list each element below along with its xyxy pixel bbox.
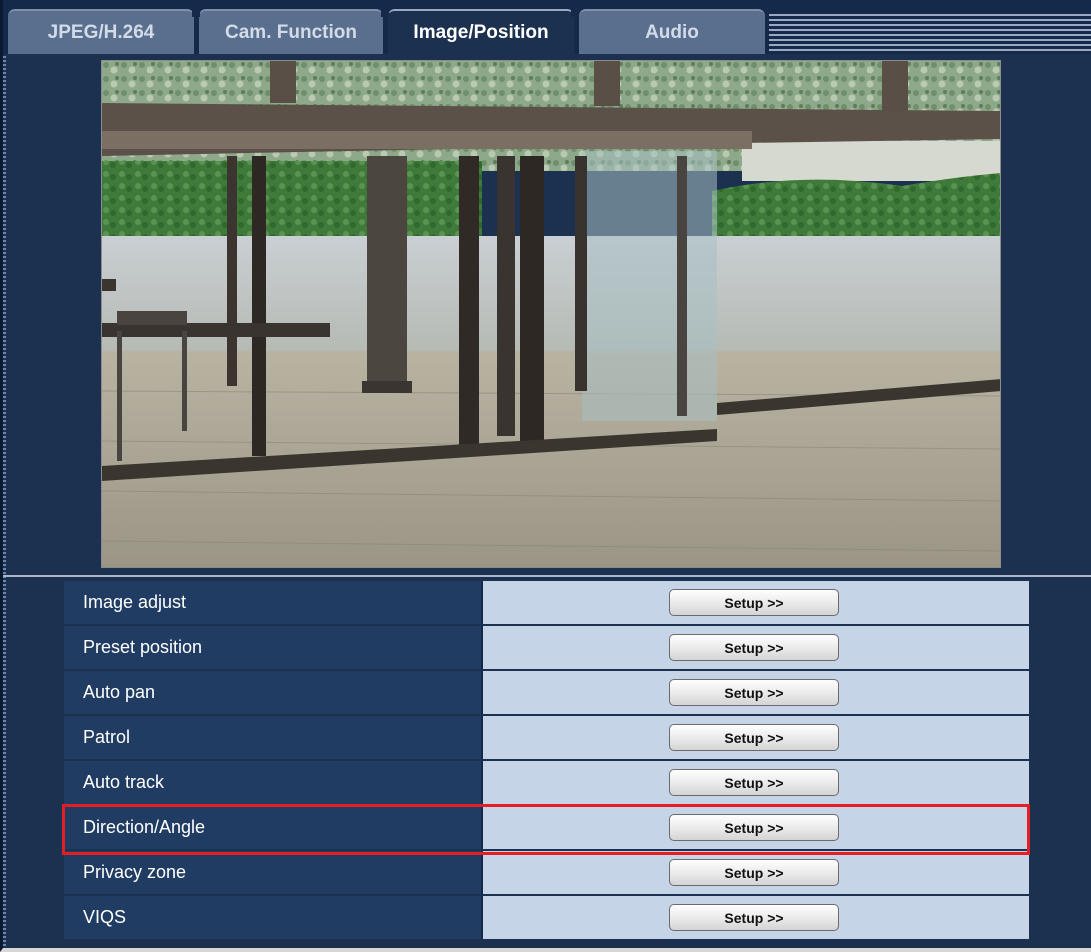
row-label-preset-position: Preset position bbox=[64, 626, 483, 669]
table-row: Direction/Angle Setup >> bbox=[64, 806, 1029, 849]
row-label-viqs: VIQS bbox=[64, 896, 483, 939]
row-label-auto-track: Auto track bbox=[64, 761, 483, 804]
section-divider bbox=[3, 575, 1091, 577]
privacy-zone-setup-button[interactable]: Setup >> bbox=[669, 859, 839, 886]
tab-separator bbox=[192, 9, 200, 17]
tab-separator bbox=[571, 9, 579, 17]
row-label-privacy-zone: Privacy zone bbox=[64, 851, 483, 894]
tab-audio[interactable]: Audio bbox=[579, 9, 765, 54]
row-action-cell: Setup >> bbox=[483, 761, 1029, 804]
row-action-cell: Setup >> bbox=[483, 626, 1029, 669]
table-row: Patrol Setup >> bbox=[64, 716, 1029, 759]
row-action-cell: Setup >> bbox=[483, 671, 1029, 714]
tab-separator bbox=[381, 9, 389, 17]
camera-image bbox=[102, 61, 1000, 567]
table-row: Privacy zone Setup >> bbox=[64, 851, 1029, 894]
patrol-setup-button[interactable]: Setup >> bbox=[669, 724, 839, 751]
tab-cam-function[interactable]: Cam. Function bbox=[199, 9, 383, 54]
tab-image-position[interactable]: Image/Position bbox=[388, 9, 574, 54]
tab-jpeg-h264[interactable]: JPEG/H.264 bbox=[8, 9, 194, 54]
preset-position-setup-button[interactable]: Setup >> bbox=[669, 634, 839, 661]
row-action-cell: Setup >> bbox=[483, 851, 1029, 894]
auto-pan-setup-button[interactable]: Setup >> bbox=[669, 679, 839, 706]
tab-bar: JPEG/H.264 Cam. Function Image/Position … bbox=[3, 0, 1091, 54]
auto-track-setup-button[interactable]: Setup >> bbox=[669, 769, 839, 796]
table-row: Auto track Setup >> bbox=[64, 761, 1029, 804]
camera-preview bbox=[101, 60, 1001, 568]
row-action-cell: Setup >> bbox=[483, 581, 1029, 624]
table-row: VIQS Setup >> bbox=[64, 896, 1029, 939]
table-row: Auto pan Setup >> bbox=[64, 671, 1029, 714]
image-adjust-setup-button[interactable]: Setup >> bbox=[669, 589, 839, 616]
row-action-cell: Setup >> bbox=[483, 896, 1029, 939]
row-action-cell: Setup >> bbox=[483, 716, 1029, 759]
row-label-patrol: Patrol bbox=[64, 716, 483, 759]
direction-angle-setup-button[interactable]: Setup >> bbox=[669, 814, 839, 841]
settings-table: Image adjust Setup >> Preset position Se… bbox=[64, 581, 1029, 941]
tab-bar-decoration bbox=[769, 14, 1091, 54]
row-label-auto-pan: Auto pan bbox=[64, 671, 483, 714]
table-row: Image adjust Setup >> bbox=[64, 581, 1029, 624]
viqs-setup-button[interactable]: Setup >> bbox=[669, 904, 839, 931]
row-label-direction-angle: Direction/Angle bbox=[64, 806, 483, 849]
row-label-image-adjust: Image adjust bbox=[64, 581, 483, 624]
row-action-cell: Setup >> bbox=[483, 806, 1029, 849]
table-row: Preset position Setup >> bbox=[64, 626, 1029, 669]
